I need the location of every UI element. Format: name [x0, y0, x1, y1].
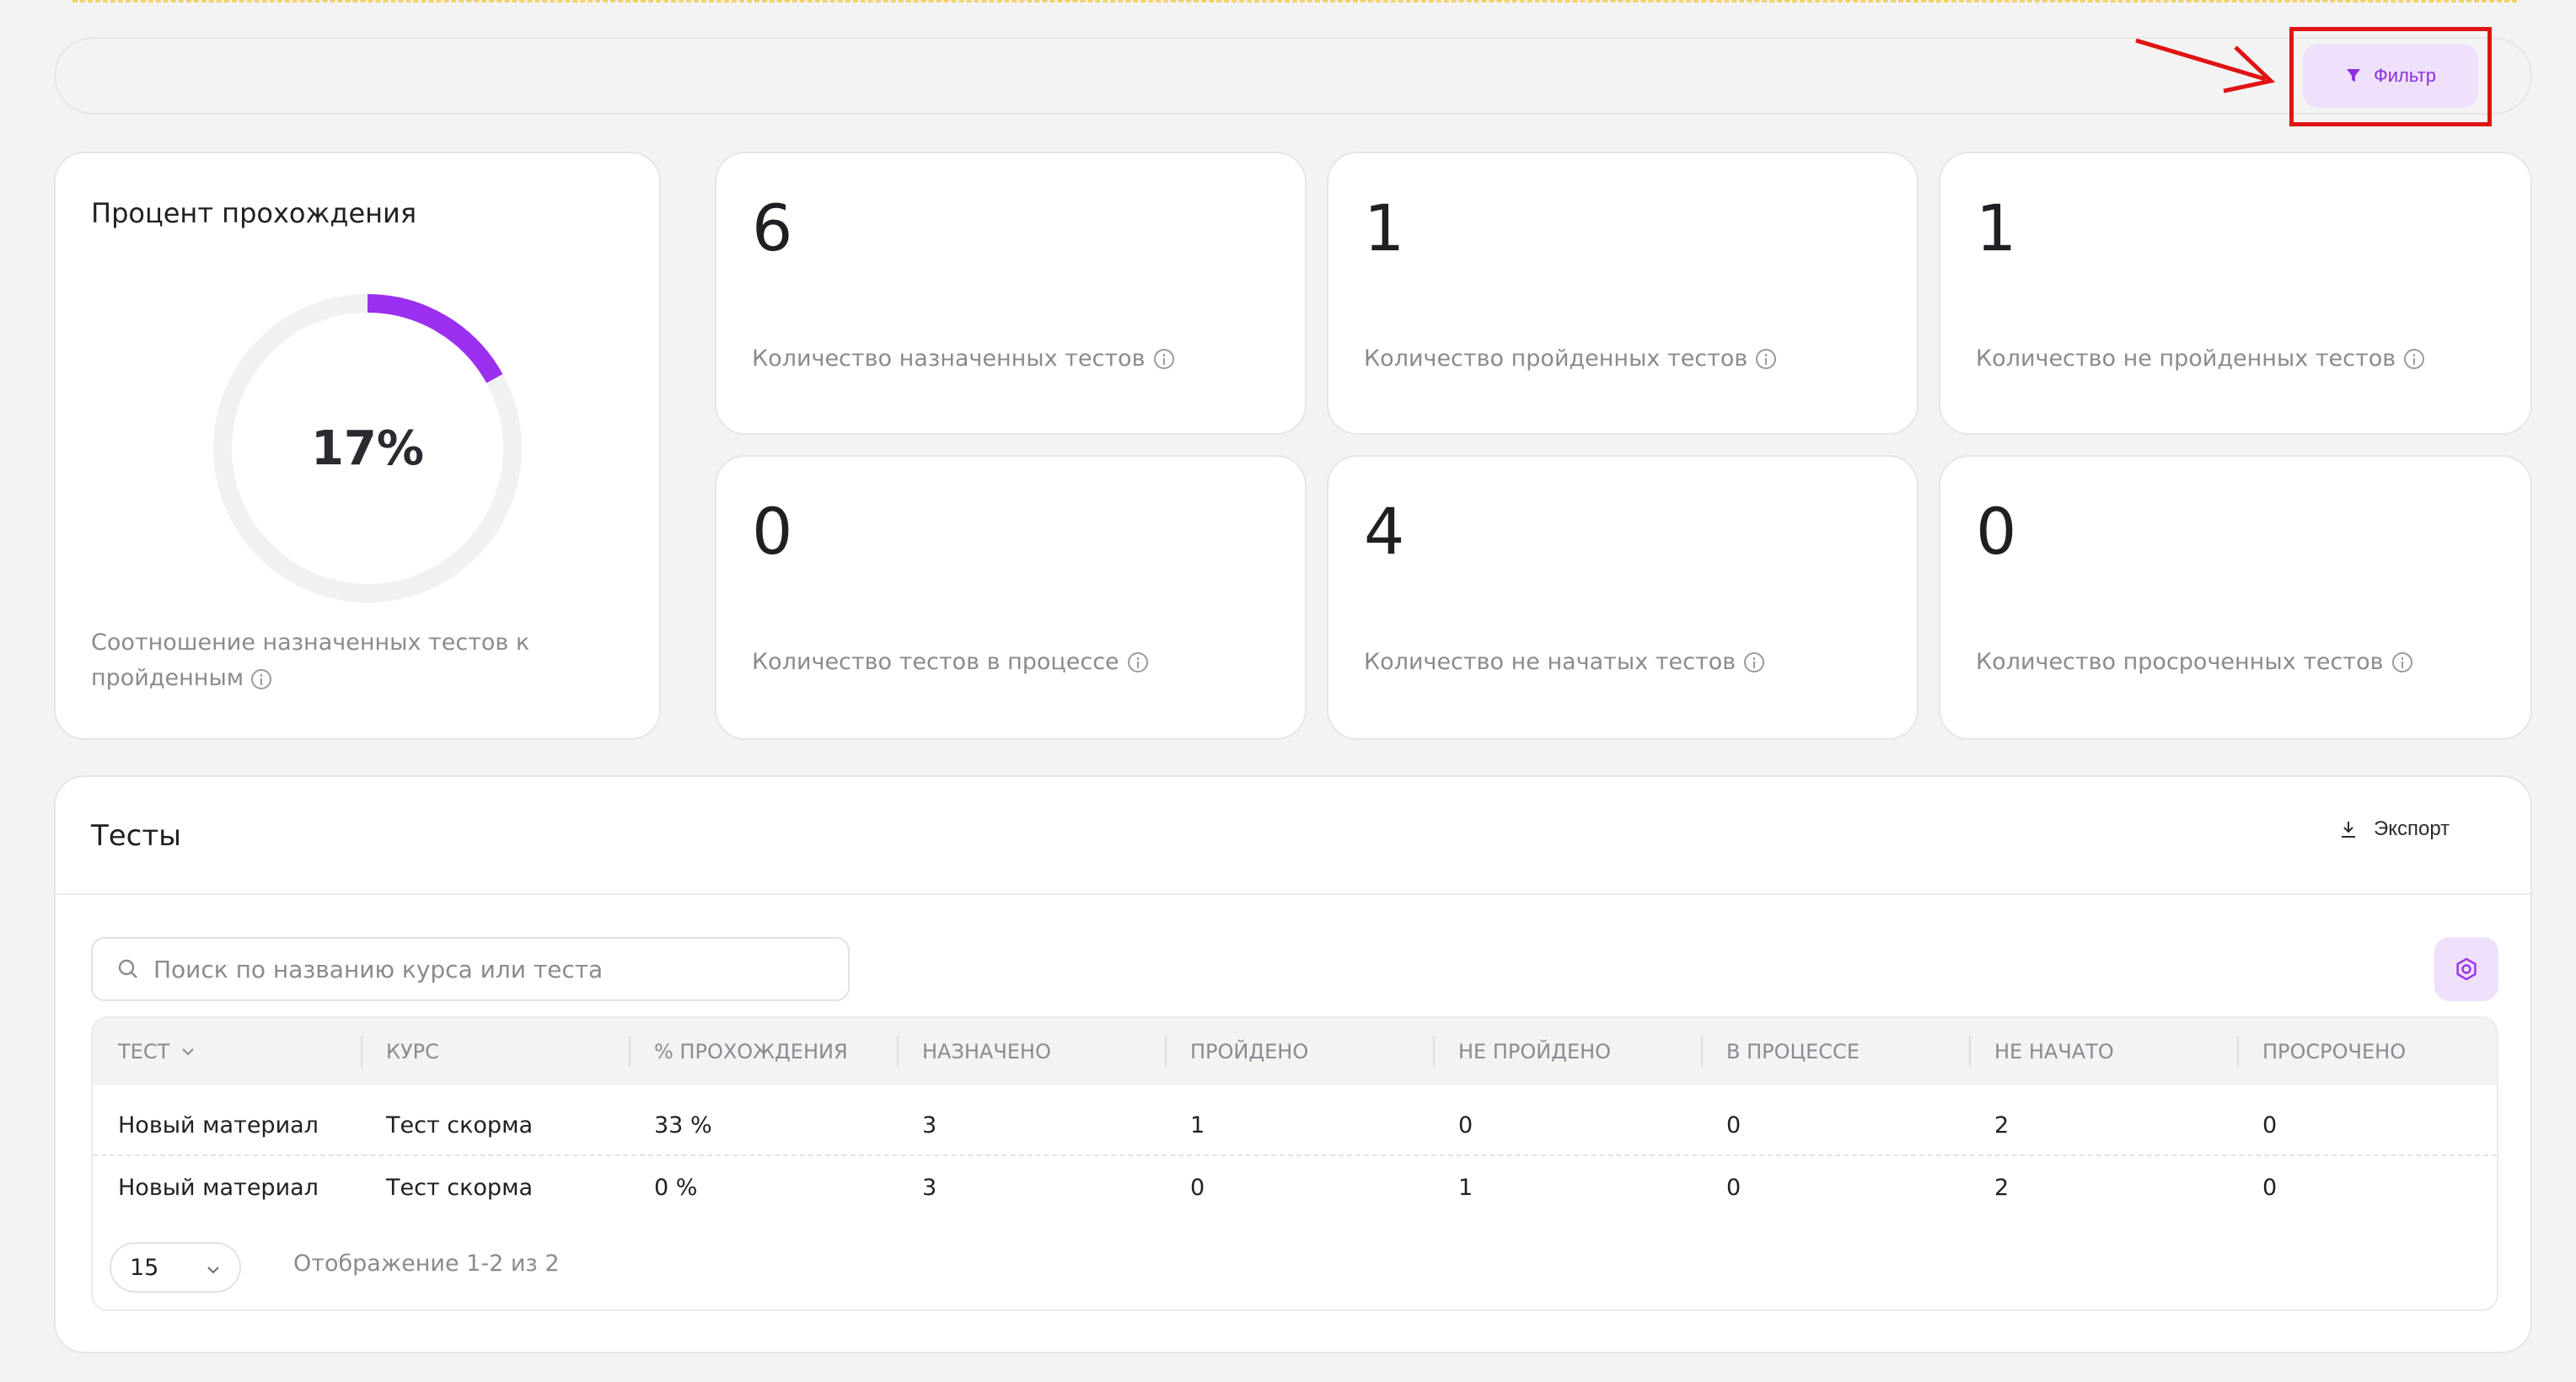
column-header-test[interactable]: ТЕСТ — [118, 1018, 198, 1085]
page-size-value: 15 — [130, 1254, 159, 1281]
stat-label-text: Количество просроченных тестов — [1976, 649, 2384, 675]
stat-card-in-progress: 0 Количество тестов в процессе — [715, 455, 1307, 740]
completion-percent-title: Процент прохождения — [91, 197, 417, 229]
column-separator — [629, 1036, 631, 1067]
cell-in-progress: 0 — [1726, 1111, 1741, 1138]
stat-value: 1 — [1976, 190, 2017, 265]
stat-card-failed: 1 Количество не пройденных тестов — [1939, 152, 2532, 435]
stat-label-text: Количество не начатых тестов — [1364, 649, 1736, 675]
stat-label: Количество пройденных тестов — [1364, 346, 1777, 372]
stat-card-overdue: 0 Количество просроченных тестов — [1939, 455, 2532, 740]
column-header-percent: % ПРОХОЖДЕНИЯ — [654, 1040, 848, 1063]
stat-label: Количество не пройденных тестов — [1976, 346, 2425, 372]
completion-percent-description-text: Соотношение назначенных тестов к пройден… — [91, 629, 530, 691]
top-dashed-divider — [72, 0, 2517, 3]
stat-label: Количество тестов в процессе — [752, 649, 1148, 675]
column-header-failed: НЕ ПРОЙДЕНО — [1458, 1040, 1612, 1063]
stat-label: Количество назначенных тестов — [752, 346, 1174, 372]
column-separator — [361, 1036, 362, 1067]
info-icon[interactable] — [1127, 651, 1148, 672]
column-separator — [1701, 1036, 1703, 1067]
column-separator — [2237, 1036, 2239, 1067]
filter-button[interactable]: Фильтр — [2303, 44, 2478, 108]
table-settings-button[interactable] — [2434, 937, 2498, 1001]
search-input[interactable] — [153, 955, 828, 983]
column-separator — [897, 1036, 899, 1067]
search-field[interactable] — [91, 937, 850, 1001]
chevron-down-icon — [182, 1048, 194, 1056]
cell-not-started: 2 — [1994, 1111, 2010, 1138]
stat-card-assigned: 6 Количество назначенных тестов — [715, 152, 1307, 435]
column-header-passed: ПРОЙДЕНО — [1190, 1040, 1309, 1063]
cell-percent: 33 % — [654, 1111, 712, 1138]
column-header-not-started: НЕ НАЧАТО — [1994, 1040, 2114, 1063]
table-row[interactable]: Новый материал Тест скорма 0 % 3 0 1 0 2… — [93, 1156, 2497, 1219]
completion-percent-card: Процент прохождения 17% Соотношение назн… — [54, 152, 661, 740]
info-icon[interactable] — [2391, 651, 2412, 672]
info-icon[interactable] — [1756, 348, 1777, 369]
tests-panel: Тесты Экспорт ТЕСТ — [54, 775, 2532, 1353]
column-separator — [1165, 1036, 1167, 1067]
column-header-label: ТЕСТ — [118, 1040, 170, 1063]
annotation-arrow — [2135, 38, 2276, 94]
stat-label-text: Количество назначенных тестов — [752, 346, 1146, 372]
table-row[interactable]: Новый материал Тест скорма 33 % 3 1 0 0 … — [93, 1094, 2497, 1156]
export-button-label: Экспорт — [2374, 817, 2450, 840]
stat-label: Количество не начатых тестов — [1364, 649, 1765, 675]
stat-value: 6 — [752, 190, 793, 265]
cell-failed: 0 — [1458, 1111, 1473, 1138]
cell-in-progress: 0 — [1726, 1174, 1741, 1201]
cell-passed: 1 — [1190, 1111, 1205, 1138]
stat-label-text: Количество тестов в процессе — [752, 649, 1119, 675]
stat-value: 1 — [1364, 190, 1405, 265]
stat-card-passed: 1 Количество пройденных тестов — [1327, 152, 1919, 435]
cell-test: Новый материал — [118, 1174, 319, 1201]
table-header: ТЕСТ КУРС % ПРОХОЖДЕНИЯ НАЗНАЧЕНО ПРОЙДЕ… — [93, 1018, 2497, 1085]
cell-test: Новый материал — [118, 1111, 319, 1138]
stat-value: 4 — [1364, 494, 1405, 569]
cell-passed: 0 — [1190, 1174, 1205, 1201]
tests-title: Тесты — [91, 819, 182, 853]
filter-button-label: Фильтр — [2374, 65, 2436, 86]
info-icon[interactable] — [250, 668, 271, 689]
cell-course: Тест скорма — [386, 1174, 533, 1201]
stat-value: 0 — [752, 494, 793, 569]
cell-not-started: 2 — [1994, 1174, 2010, 1201]
search-icon — [118, 959, 137, 978]
info-icon[interactable] — [1153, 348, 1174, 369]
funnel-icon — [2347, 69, 2361, 82]
settings-icon — [2456, 957, 2477, 981]
page: Фильтр Процент прохождения 17% Соотношен… — [0, 0, 2576, 1382]
stat-card-not-started: 4 Количество не начатых тестов — [1327, 455, 1919, 740]
info-icon[interactable] — [1744, 651, 1765, 672]
cell-assigned: 3 — [922, 1174, 937, 1201]
cell-course: Тест скорма — [386, 1111, 533, 1138]
cell-percent: 0 % — [654, 1174, 698, 1201]
column-header-in-progress: В ПРОЦЕССЕ — [1726, 1040, 1860, 1063]
column-header-course: КУРС — [386, 1040, 439, 1063]
cell-failed: 1 — [1458, 1174, 1473, 1201]
column-header-assigned: НАЗНАЧЕНО — [922, 1040, 1051, 1063]
export-button[interactable]: Экспорт — [2338, 817, 2450, 841]
column-separator — [1433, 1036, 1435, 1067]
download-icon — [2342, 822, 2355, 838]
tests-table: ТЕСТ КУРС % ПРОХОЖДЕНИЯ НАЗНАЧЕНО ПРОЙДЕ… — [91, 1016, 2498, 1311]
completion-percent-description: Соотношение назначенных тестов к пройден… — [91, 625, 597, 696]
cell-overdue: 0 — [2262, 1111, 2278, 1138]
column-header-overdue: ПРОСРОЧЕНО — [2262, 1040, 2407, 1063]
pagination-info: Отображение 1-2 из 2 — [293, 1251, 560, 1277]
tests-header-divider — [56, 893, 2530, 895]
cell-overdue: 0 — [2262, 1174, 2278, 1201]
stat-label-text: Количество пройденных тестов — [1364, 346, 1748, 372]
completion-percent-value: 17% — [310, 420, 425, 476]
stat-value: 0 — [1976, 494, 2017, 569]
stat-label-text: Количество не пройденных тестов — [1976, 346, 2396, 372]
chevron-down-icon — [207, 1267, 219, 1274]
page-size-select[interactable]: 15 — [110, 1242, 241, 1293]
cell-assigned: 3 — [922, 1111, 937, 1138]
column-separator — [1969, 1036, 1971, 1067]
stat-label: Количество просроченных тестов — [1976, 649, 2412, 675]
info-icon[interactable] — [2404, 348, 2425, 369]
